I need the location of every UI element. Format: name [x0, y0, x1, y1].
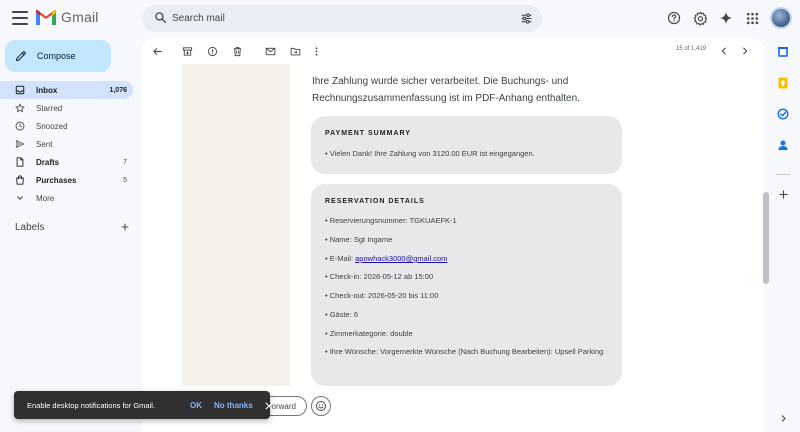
- send-icon: [15, 139, 25, 149]
- sidebar-item-inbox[interactable]: Inbox 1,076: [0, 81, 133, 99]
- gmail-m-icon: [36, 9, 56, 25]
- more-vertical-icon[interactable]: [310, 45, 322, 57]
- sidebar-item-snoozed[interactable]: Snoozed: [0, 117, 133, 135]
- account-avatar[interactable]: [770, 7, 792, 29]
- guest-email-link[interactable]: apowhack3000@gmail.com: [355, 254, 447, 263]
- guest-email: • E-Mail: apowhack3000@gmail.com: [325, 253, 610, 265]
- sidebar-item-label: Sent: [36, 139, 53, 149]
- search-input[interactable]: [172, 5, 512, 32]
- mark-unread-icon[interactable]: [264, 45, 276, 57]
- reservation-number: • Reservierungsnummer: TGKUAEFK-1: [325, 216, 457, 225]
- sidebar-item-label: More: [36, 193, 55, 203]
- close-icon[interactable]: [264, 401, 274, 411]
- sidebar-item-label: Drafts: [36, 157, 60, 167]
- keep-icon[interactable]: [777, 77, 789, 89]
- payment-summary-title: PAYMENT SUMMARY: [325, 130, 411, 137]
- check-out: • Check-out: 2026-05-20 bis 11:00: [325, 291, 439, 300]
- search-icon[interactable]: [154, 11, 167, 24]
- payment-summary-panel: PAYMENT SUMMARY • Vielen Dank! Ihre Zahl…: [311, 116, 622, 174]
- main-menu-icon[interactable]: [12, 11, 28, 25]
- reservation-details-title: RESERVATION DETAILS: [325, 198, 425, 205]
- message-pager: 15 of 1,419: [676, 46, 707, 52]
- sidebar-item-starred[interactable]: Starred: [0, 99, 133, 117]
- guest-email-prefix: • E-Mail:: [325, 254, 356, 263]
- gemini-sparkle-icon[interactable]: [718, 10, 734, 26]
- pencil-icon: [16, 51, 26, 61]
- sidebar-item-label: Starred: [36, 103, 63, 113]
- sidebar-item-count: 7: [123, 158, 127, 166]
- sidebar-item-label: Purchases: [36, 175, 77, 185]
- room-category: • Zimmerkategorie: double: [325, 329, 413, 338]
- back-arrow-icon[interactable]: [151, 45, 163, 57]
- sidebar-item-count: 5: [123, 176, 127, 184]
- sidebar-item-label: Snoozed: [36, 121, 68, 131]
- search-options-icon[interactable]: [520, 12, 533, 25]
- sidebar-item-sent[interactable]: Sent: [0, 135, 133, 153]
- guests-count: • Gäste: 6: [325, 310, 359, 319]
- expand-panel-chevron-icon[interactable]: [777, 412, 789, 424]
- chevron-down-icon: [15, 193, 25, 203]
- plus-icon[interactable]: [120, 222, 130, 232]
- app-name: Gmail: [61, 9, 99, 25]
- tasks-icon[interactable]: [777, 108, 789, 120]
- star-icon: [15, 103, 25, 113]
- report-spam-icon[interactable]: [206, 45, 218, 57]
- compose-button[interactable]: Compose: [5, 40, 111, 72]
- gmail-logo[interactable]: Gmail: [36, 9, 99, 25]
- archive-icon[interactable]: [181, 45, 193, 57]
- sidebar-item-count: 1,076: [109, 86, 127, 94]
- check-in: • Check-in: 2026-05-12 ab 15:00: [325, 272, 434, 281]
- snackbar-message: Enable desktop notifications for Gmail.: [27, 401, 155, 410]
- message-view: 15 of 1,419 Ihre Zahlung wurde sicher ve…: [142, 38, 764, 432]
- clock-icon: [15, 121, 25, 131]
- email-intro-text: Ihre Zahlung wurde sicher verarbeitet. D…: [312, 76, 580, 104]
- smiley-icon: [316, 401, 326, 411]
- sidebar-item-purchases[interactable]: Purchases 5: [0, 171, 133, 189]
- snackbar-ok-button[interactable]: OK: [190, 401, 202, 410]
- newer-chevron-left-icon[interactable]: [718, 45, 730, 57]
- sidebar-item-drafts[interactable]: Drafts 7: [0, 153, 133, 171]
- calendar-icon[interactable]: [777, 46, 789, 58]
- shopping-bag-icon: [15, 175, 25, 185]
- inbox-icon: [15, 85, 25, 95]
- older-chevron-right-icon[interactable]: [739, 45, 751, 57]
- add-addon-plus-icon[interactable]: [777, 188, 789, 200]
- labels-title: Labels: [15, 221, 45, 233]
- sidebar-item-more[interactable]: More: [0, 189, 133, 207]
- guest-wishes: • Ihre Wünsche: Vorgemerkte Wünsche (Nac…: [325, 347, 604, 356]
- move-to-folder-icon[interactable]: [289, 45, 301, 57]
- rail-divider: [776, 174, 790, 175]
- sidebar-nav: Inbox 1,076 Starred Snoozed Sent Drafts …: [0, 81, 140, 207]
- message-toolbar: 15 of 1,419: [142, 38, 764, 64]
- compose-label: Compose: [37, 51, 76, 61]
- search-bar[interactable]: [142, 5, 542, 32]
- side-panel-rail: [764, 38, 800, 432]
- emoji-reaction-button[interactable]: [311, 396, 331, 416]
- guest-name: • Name: Sgt Ingame: [325, 235, 393, 244]
- apps-grid-icon[interactable]: [744, 10, 760, 26]
- reservation-details-panel: RESERVATION DETAILS • Reservierungsnumme…: [311, 184, 622, 386]
- top-right-actions: [666, 7, 792, 29]
- payment-summary-line: • Vielen Dank! Ihre Zahlung von 3120.00 …: [325, 149, 535, 158]
- draft-icon: [15, 157, 25, 167]
- contacts-icon[interactable]: [777, 139, 789, 151]
- snackbar-no-thanks-button[interactable]: No thanks: [214, 401, 253, 410]
- message-scrollbar[interactable]: [763, 192, 769, 284]
- desktop-notifications-snackbar: Enable desktop notifications for Gmail. …: [14, 391, 273, 419]
- delete-trash-icon[interactable]: [231, 45, 243, 57]
- help-icon[interactable]: [666, 10, 682, 26]
- labels-section-header: Labels: [15, 220, 130, 234]
- settings-gear-icon[interactable]: [692, 10, 708, 26]
- sidebar-item-label: Inbox: [36, 85, 58, 95]
- top-bar: Gmail: [0, 0, 800, 38]
